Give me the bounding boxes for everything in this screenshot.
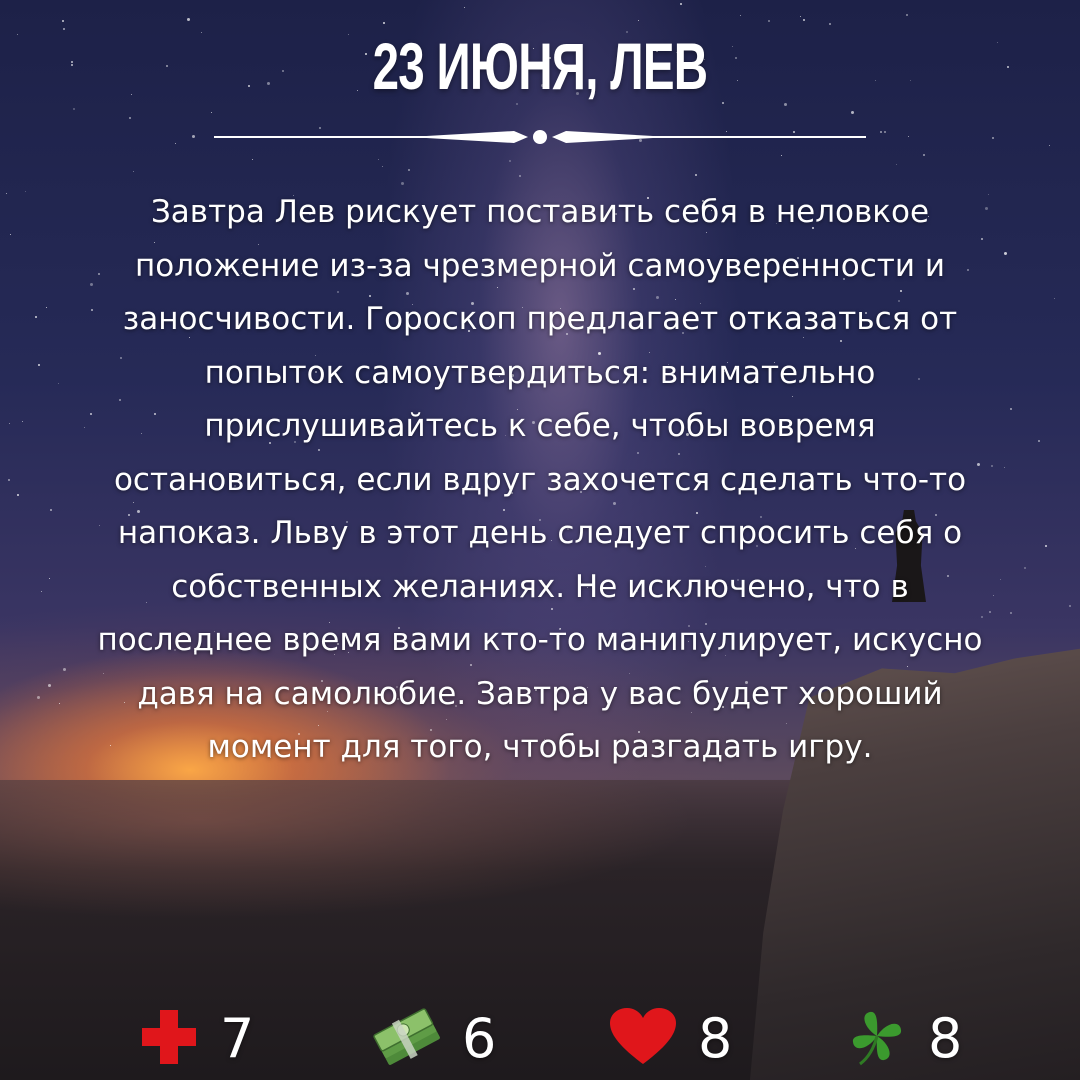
star <box>41 591 43 593</box>
star <box>1007 66 1010 69</box>
star <box>519 175 522 178</box>
star <box>17 493 20 496</box>
star <box>1048 145 1050 147</box>
star <box>8 478 11 481</box>
star <box>187 17 191 21</box>
star <box>251 158 253 160</box>
star <box>1037 439 1040 442</box>
star <box>695 173 698 176</box>
star <box>1023 567 1026 570</box>
star <box>768 19 771 22</box>
star <box>70 64 73 67</box>
star <box>383 22 386 25</box>
star <box>9 422 11 424</box>
four-leaf-clover-icon <box>846 1006 908 1072</box>
star <box>61 19 64 22</box>
star <box>880 131 883 134</box>
star <box>896 164 898 166</box>
star <box>174 142 176 144</box>
star <box>58 702 60 704</box>
rating-love-value: 8 <box>698 1007 733 1070</box>
star <box>739 14 741 16</box>
heart-icon <box>608 1006 678 1072</box>
star <box>408 169 411 172</box>
star <box>58 382 60 384</box>
star <box>73 108 76 111</box>
rating-health-value: 7 <box>220 1007 255 1070</box>
rating-health: 7 <box>138 1008 254 1070</box>
money-stack-icon <box>372 1006 442 1072</box>
rating-love: 8 <box>608 1008 732 1070</box>
star <box>24 191 26 193</box>
star <box>128 116 131 119</box>
page-title: 23 ИЮНЯ, ЛЕВ <box>372 29 709 103</box>
star <box>905 13 908 16</box>
star <box>637 19 639 21</box>
star <box>803 19 806 22</box>
star <box>509 159 512 162</box>
health-cross-icon <box>138 1006 200 1072</box>
star <box>907 136 909 138</box>
star <box>883 131 886 134</box>
star <box>192 134 196 138</box>
star <box>992 136 995 139</box>
star <box>829 23 832 26</box>
star <box>48 683 52 687</box>
star <box>679 2 682 5</box>
star <box>6 193 8 195</box>
star <box>49 509 52 512</box>
star <box>382 166 384 168</box>
star <box>48 578 50 580</box>
star <box>851 111 855 115</box>
star <box>1003 467 1005 469</box>
star <box>211 112 213 114</box>
star <box>84 427 86 429</box>
star <box>781 155 783 157</box>
star <box>45 306 47 308</box>
star <box>62 27 65 30</box>
star <box>34 315 37 318</box>
star <box>71 60 74 63</box>
star <box>923 154 926 157</box>
star <box>463 6 465 8</box>
rating-luck-value: 8 <box>928 1007 963 1070</box>
star <box>996 41 998 43</box>
star <box>1045 545 1048 548</box>
horoscope-text: Завтра Лев рискует поставить себя в нело… <box>97 194 983 765</box>
star <box>1010 611 1013 614</box>
star <box>63 668 67 672</box>
star <box>1009 407 1012 410</box>
star <box>131 93 133 95</box>
star <box>36 696 40 700</box>
star <box>1054 297 1056 299</box>
star <box>22 421 24 423</box>
star <box>10 234 12 236</box>
star <box>377 159 379 161</box>
rating-luck: 8 <box>846 1008 962 1070</box>
star <box>1004 252 1008 256</box>
star <box>1068 605 1071 608</box>
star <box>400 181 404 185</box>
rating-money-value: 6 <box>462 1007 497 1070</box>
star <box>990 465 993 468</box>
star <box>999 579 1001 581</box>
star <box>993 595 995 597</box>
ornamental-divider <box>214 130 866 144</box>
star <box>132 170 134 172</box>
star <box>800 15 802 17</box>
star <box>16 33 18 35</box>
rating-money: 6 <box>372 1008 496 1070</box>
star <box>38 364 41 367</box>
